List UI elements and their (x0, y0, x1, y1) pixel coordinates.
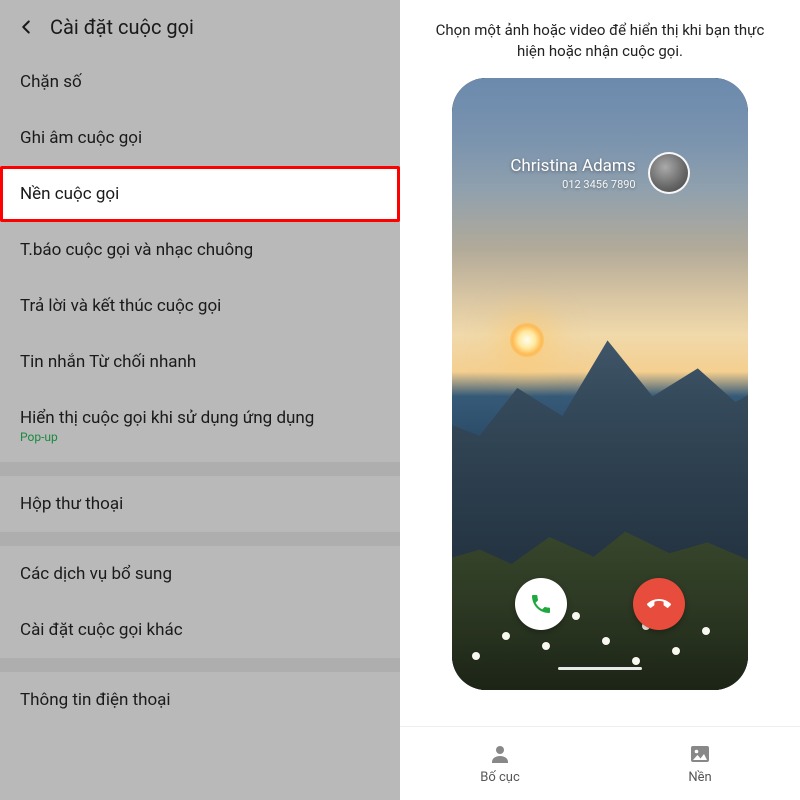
settings-item-label: Trả lời và kết thúc cuộc gọi (20, 296, 221, 316)
settings-item-voicemail[interactable]: Hộp thư thoại (0, 476, 400, 532)
settings-item-quick-decline[interactable]: Tin nhắn Từ chối nhanh (0, 334, 400, 390)
phone-icon (529, 592, 553, 616)
settings-list: Chặn số Ghi âm cuộc gọi Nền cuộc gọi T.b… (0, 54, 400, 728)
settings-item-label: Hộp thư thoại (20, 494, 123, 514)
avatar (648, 152, 690, 194)
section-divider (0, 532, 400, 546)
call-background-pane: Chọn một ảnh hoặc video để hiển thị khi … (400, 0, 800, 800)
settings-item-other-call-settings[interactable]: Cài đặt cuộc gọi khác (0, 602, 400, 658)
settings-item-show-call-in-apps[interactable]: Hiển thị cuộc gọi khi sử dụng ứng dụng P… (0, 390, 400, 462)
image-icon (688, 742, 712, 766)
tab-background[interactable]: Nền (600, 727, 800, 800)
settings-item-label: Thông tin điện thoại (20, 690, 171, 710)
call-settings-pane: Cài đặt cuộc gọi Chặn số Ghi âm cuộc gọi… (0, 0, 400, 800)
section-divider (0, 462, 400, 476)
settings-item-about-phone[interactable]: Thông tin điện thoại (0, 672, 400, 728)
settings-item-label: Ghi âm cuộc gọi (20, 128, 142, 148)
settings-item-block-numbers[interactable]: Chặn số (0, 54, 400, 110)
caller-info: Christina Adams 012 3456 7890 (452, 152, 748, 194)
settings-item-label: Chặn số (20, 72, 82, 92)
settings-item-supplementary[interactable]: Các dịch vụ bổ sung (0, 546, 400, 602)
settings-item-answer-end[interactable]: Trả lời và kết thúc cuộc gọi (0, 278, 400, 334)
bottom-tabs: Bố cục Nền (400, 726, 800, 800)
call-buttons (452, 578, 748, 630)
tab-layout[interactable]: Bố cục (400, 727, 600, 800)
settings-item-sublabel: Pop-up (20, 430, 380, 444)
person-icon (488, 742, 512, 766)
phone-down-icon (647, 592, 671, 616)
settings-item-label: Nền cuộc gọi (20, 184, 119, 204)
settings-item-label: Tin nhắn Từ chối nhanh (20, 352, 196, 372)
settings-item-label: Cài đặt cuộc gọi khác (20, 620, 183, 640)
decline-call-button[interactable] (633, 578, 685, 630)
tab-label: Bố cục (480, 770, 520, 785)
phone-preview: Christina Adams 012 3456 7890 (452, 78, 748, 690)
header: Cài đặt cuộc gọi (0, 0, 400, 54)
settings-item-alerts-ringtone[interactable]: T.báo cuộc gọi và nhạc chuông (0, 222, 400, 278)
section-divider (0, 658, 400, 672)
home-indicator[interactable] (558, 667, 642, 670)
accept-call-button[interactable] (515, 578, 567, 630)
back-icon[interactable] (12, 13, 40, 41)
settings-item-label: Hiển thị cuộc gọi khi sử dụng ứng dụng (20, 408, 314, 428)
instruction-text: Chọn một ảnh hoặc video để hiển thị khi … (420, 20, 780, 62)
settings-item-call-background[interactable]: Nền cuộc gọi (0, 166, 400, 222)
sun-decoration (510, 323, 544, 357)
caller-number: 012 3456 7890 (510, 178, 635, 191)
settings-item-label: T.báo cuộc gọi và nhạc chuông (20, 240, 253, 260)
tab-label: Nền (688, 770, 711, 785)
settings-item-call-recording[interactable]: Ghi âm cuộc gọi (0, 110, 400, 166)
page-title: Cài đặt cuộc gọi (50, 15, 194, 39)
settings-item-label: Các dịch vụ bổ sung (20, 564, 172, 584)
caller-name: Christina Adams (510, 156, 635, 176)
